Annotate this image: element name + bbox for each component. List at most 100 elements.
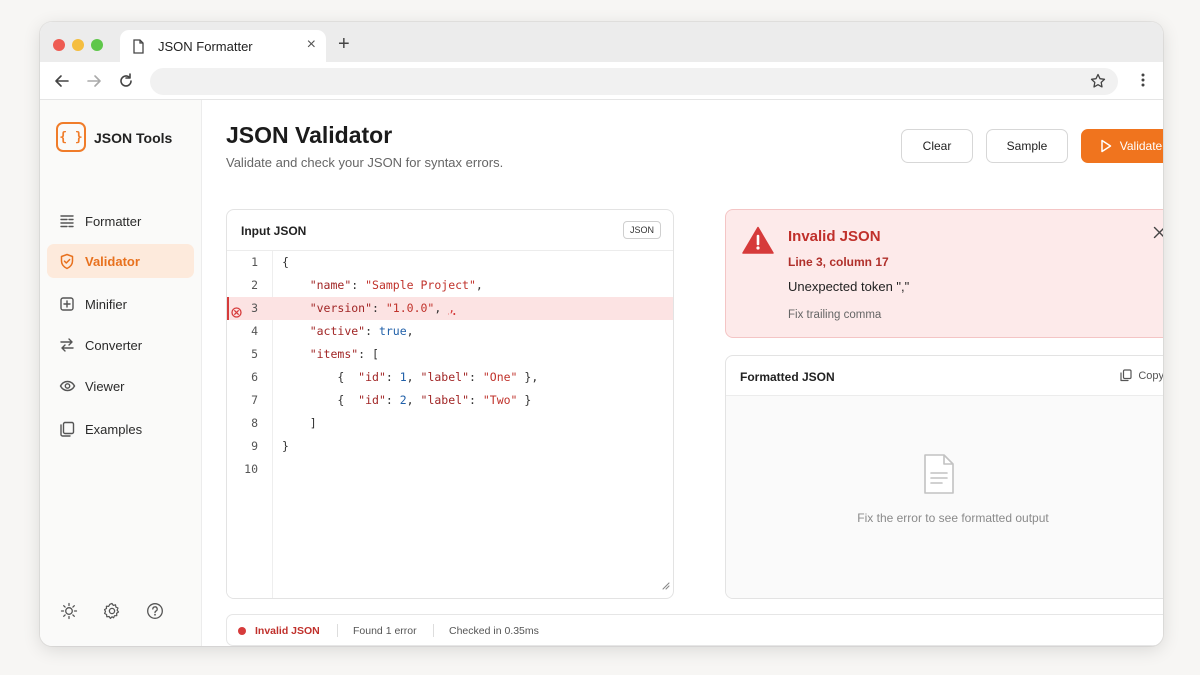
page-subtitle: Validate and check your JSON for syntax … [226,155,504,170]
code-line[interactable]: 7 { "id": 2, "label": "Two" } [227,389,673,412]
format-badge: JSON [622,221,661,239]
code-line-error[interactable]: 3 "version": "1.0.0", , [227,297,673,320]
code-line[interactable]: 2 "name": "Sample Project", [227,274,673,297]
address-bar[interactable] [150,68,1118,95]
formatted-panel-header: Formatted JSON Copy [726,356,1163,396]
browser-toolbar [40,62,1163,100]
code-line[interactable]: 10 [227,458,673,481]
sun-icon[interactable] [60,602,78,625]
code-text: } [282,439,289,453]
browser-window: JSON Formatter × + { } JSON Tools Format… [40,22,1163,646]
sidebar-item-label: Validator [85,254,140,269]
converter-icon [60,338,74,352]
formatted-panel-title: Formatted JSON [740,370,835,384]
code-text: "version": "1.0.0", , [309,301,456,315]
input-json-panel: Input JSON JSON 1 { 2 "name": "Sample Pr… [226,209,674,599]
sidebar-item-label: Formatter [85,214,142,229]
bookmark-star-icon[interactable] [1090,73,1106,94]
code-text: { "id": 1, "label": "One" }, [337,370,539,384]
sidebar-item-validator[interactable]: Validator [47,244,194,278]
status-bar: Invalid JSON Found 1 error Checked in 0.… [226,614,1163,646]
reload-icon[interactable] [117,72,135,90]
warning-icon [742,226,774,259]
app-name: JSON Tools [94,130,173,146]
code-line[interactable]: 4 "active": true, [227,320,673,343]
status-error-count: Found 1 error [353,625,417,637]
formatted-output: Fix the error to see formatted output [726,396,1163,598]
error-title: Invalid JSON [788,228,881,245]
code-text: { "id": 2, "label": "Two" } [337,393,532,407]
page-icon [132,39,145,59]
maximize-window-button[interactable] [91,39,103,51]
validate-label: Validate [1119,139,1163,153]
line-number: 6 [251,370,258,384]
sidebar-item-label: Converter [85,338,143,353]
code-line[interactable]: 1 { [227,251,673,274]
gear-icon[interactable] [103,602,121,625]
sidebar-item-viewer[interactable]: Viewer [47,369,194,403]
sample-button[interactable]: Sample [986,129,1068,163]
examples-icon [60,421,75,437]
status-dot [238,627,246,635]
error-alert: Invalid JSON Line 3, column 17 Unexpecte… [725,209,1163,338]
code-line[interactable]: 8 ] [227,412,673,435]
error-message: Unexpected token "," [788,279,910,294]
copy-button[interactable]: Copy [1120,369,1163,382]
document-icon [922,453,956,500]
sidebar-item-examples[interactable]: Examples [47,412,194,446]
code-line[interactable]: 5 "items": [ [227,343,673,366]
code-text: ] [309,416,317,430]
close-icon[interactable] [1153,226,1163,244]
code-text: "items": [ [309,347,379,361]
error-hint: Fix trailing comma [788,309,882,321]
main-content: JSON Validator Validate and check your J… [203,100,1163,646]
line-number: 10 [244,462,258,476]
forward-icon[interactable] [85,72,103,90]
sidebar: { } JSON Tools Formatter Validator Minif… [40,100,202,646]
copy-icon [1120,369,1132,382]
code-text: "active": true, [309,324,414,338]
tab-strip: JSON Formatter × + [40,22,1163,62]
sidebar-item-label: Viewer [85,379,125,394]
minifier-icon [60,297,74,311]
browser-menu-icon[interactable] [1141,72,1145,93]
line-number: 3 [251,301,258,315]
shield-check-icon [60,253,74,270]
resize-handle-icon[interactable] [661,577,670,595]
sidebar-item-minifier[interactable]: Minifier [47,287,194,321]
status-timing: Checked in 0.35ms [449,625,539,637]
sidebar-item-formatter[interactable]: Formatter [47,204,194,238]
play-icon [1101,139,1111,153]
help-icon[interactable] [146,602,164,625]
code-line[interactable]: 9 } [227,435,673,458]
error-location: Line 3, column 17 [788,255,889,269]
new-tab-button[interactable]: + [338,34,350,54]
sidebar-item-label: Minifier [85,297,127,312]
validate-button[interactable]: Validate [1081,129,1163,163]
line-number: 5 [251,347,258,361]
divider [337,624,338,637]
sidebar-item-converter[interactable]: Converter [47,328,194,362]
tab-title: JSON Formatter [158,39,253,54]
back-icon[interactable] [53,72,71,90]
input-panel-title: Input JSON [241,224,307,238]
clear-button[interactable]: Clear [901,129,973,163]
line-number: 2 [251,278,258,292]
app-logo-icon: { } [56,122,86,152]
browser-tab[interactable]: JSON Formatter × [120,30,326,62]
tab-close-icon[interactable]: × [307,37,316,53]
divider [433,624,434,637]
sidebar-item-label: Examples [85,422,143,437]
copy-label: Copy [1138,369,1163,382]
code-text: { [282,255,289,269]
minimize-window-button[interactable] [72,39,84,51]
formatter-icon [60,215,74,228]
line-number: 8 [251,416,258,430]
line-number: 4 [251,324,258,338]
formatted-json-panel: Formatted JSON Copy Fix the error to see… [725,355,1163,599]
code-line[interactable]: 6 { "id": 1, "label": "One" }, [227,366,673,389]
empty-state-text: Fix the error to see formatted output [857,511,1049,525]
close-window-button[interactable] [53,39,65,51]
line-number: 1 [251,255,258,269]
eye-icon [59,380,76,392]
